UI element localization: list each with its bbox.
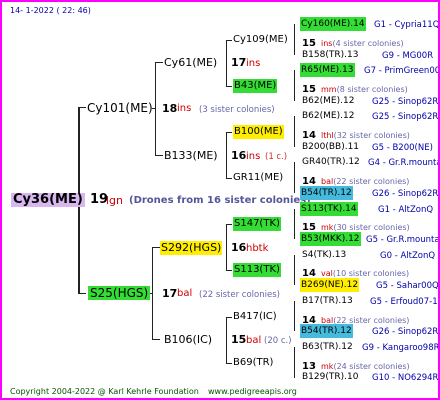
gen3-abbr: ins: [246, 151, 261, 162]
gen5-origin: G5 - B200(NE): [372, 143, 433, 153]
dam-number: 17: [162, 287, 178, 300]
gen5-queen-name[interactable]: B200(BB).11: [302, 140, 359, 154]
gen3-number: 16: [231, 241, 247, 254]
gen4-note: (10 sister colonies): [332, 269, 410, 278]
gen5-origin: G9 - MG00R: [382, 51, 434, 61]
dam-queen-name[interactable]: S25(HGS): [88, 286, 151, 300]
gen5-origin: G26 - Sinop62R: [372, 327, 439, 337]
gen4-abbr: val: [321, 269, 333, 278]
gen5-queen-name[interactable]: B54(TR).12: [300, 186, 353, 200]
gen3-number: 17: [231, 56, 247, 69]
root-queen-name[interactable]: Cy36(ME): [11, 193, 85, 207]
gen3-abbr: bal: [246, 335, 262, 346]
gen3-queen-name[interactable]: Cy61(ME): [164, 56, 217, 70]
gen5-origin: G25 - Sinop62R: [372, 97, 439, 107]
gen5-queen-name[interactable]: S4(TK).13: [302, 248, 346, 262]
gen5-origin: G1 - Cypria11Q: [374, 20, 440, 30]
gen4-queen-name[interactable]: B69(TR): [233, 356, 273, 370]
gen4-queen-name[interactable]: B100(ME): [233, 125, 284, 139]
gen4-note: (4 sister colonies): [332, 39, 404, 48]
gen5-origin: G26 - Sinop62R: [372, 189, 439, 199]
gen3-queen-name[interactable]: B133(ME): [164, 149, 218, 163]
gen4-queen-name[interactable]: S113(TK): [233, 263, 281, 277]
gen5-origin: G4 - Gr.R.mounta: [368, 158, 440, 168]
gen5-queen-name[interactable]: GR40(TR).12: [302, 155, 360, 169]
gen5-queen-name[interactable]: B54(TR).12: [300, 324, 353, 338]
gen5-queen-name[interactable]: R65(ME).13: [300, 63, 355, 77]
gen5-origin: G5 - Gr.R.mounta: [366, 235, 440, 245]
gen4-note: (32 sister colonies): [333, 131, 410, 140]
gen5-origin: G0 - AltZonQ: [380, 251, 436, 261]
sire-number: 18: [162, 102, 178, 115]
gen5-origin: G10 - NO6294R: [372, 373, 439, 383]
site-link[interactable]: www.pedigreeapis.org: [208, 385, 297, 398]
gen4-note: (30 sister colonies): [333, 223, 410, 232]
gen5-queen-name[interactable]: B63(TR).12: [302, 340, 353, 354]
gen4-abbr: lthl: [321, 131, 334, 140]
gen3-number: 15: [231, 333, 247, 346]
gen5-queen-name[interactable]: B17(TR).13: [302, 294, 353, 308]
root-note: (Drones from 16 sister colonies): [129, 195, 311, 206]
gen3-note: (20 c.): [264, 336, 292, 346]
sire-abbr: ins: [177, 103, 192, 114]
gen5-origin: G9 - Kangaroo98R: [362, 343, 440, 353]
gen5-origin: G7 - PrimGreen00: [364, 66, 440, 76]
gen4-queen-name[interactable]: S147(TK): [233, 217, 281, 231]
dam-abbr: bal: [177, 288, 193, 299]
gen5-queen-name[interactable]: B62(ME).12: [302, 109, 354, 123]
timestamp: 14- 1-2022 ( 22: 46): [10, 6, 91, 15]
gen4-queen-name[interactable]: Cy109(ME): [233, 33, 288, 47]
gen4-queen-name[interactable]: B417(IC): [233, 310, 277, 324]
gen5-queen-name[interactable]: B129(TR).10: [302, 370, 358, 384]
gen5-queen-name[interactable]: Cy160(ME).14: [300, 17, 366, 31]
sire-note: (3 sister colonies): [199, 105, 275, 115]
gen3-number: 16: [231, 149, 247, 162]
gen3-queen-name[interactable]: B106(IC): [164, 333, 212, 347]
sire-queen-name[interactable]: Cy101(ME): [87, 101, 153, 115]
root-abbr: lgn: [106, 194, 124, 207]
gen4-note: (8 sister colonies): [336, 85, 408, 94]
gen4-queen-name[interactable]: B43(ME): [233, 79, 278, 93]
gen3-note: (1 c.): [265, 152, 288, 162]
gen5-origin: G25 - Sinop62R: [372, 112, 439, 122]
gen5-origin: G1 - AltZonQ: [378, 205, 434, 215]
gen5-queen-name[interactable]: B62(ME).12: [302, 94, 354, 108]
gen5-queen-name[interactable]: B53(MKK).12: [300, 232, 361, 246]
gen5-origin: G5 - Sahar00Q: [376, 281, 439, 291]
gen3-abbr: ins: [246, 58, 261, 69]
gen5-origin: G5 - Erfoud07-1Q: [370, 297, 440, 307]
pedigree-panel: 14- 1-2022 ( 22: 46) Cy36(ME) 19 lgn (Dr…: [0, 0, 440, 400]
gen4-abbr: mm: [321, 85, 337, 94]
gen5-queen-name[interactable]: S113(TK).14: [300, 202, 358, 216]
copyright-text: Copyright 2004-2022 @ Karl Kehrle Founda…: [10, 387, 199, 396]
dam-note: (22 sister colonies): [199, 290, 280, 300]
gen3-queen-name[interactable]: S292(HGS): [160, 241, 223, 255]
gen5-queen-name[interactable]: B158(TR).13: [302, 48, 358, 62]
gen5-queen-name[interactable]: B269(NE).12: [300, 278, 360, 292]
gen4-abbr: mk: [321, 223, 334, 232]
gen4-note: (22 sister colonies): [333, 177, 410, 186]
gen4-abbr: bal: [321, 177, 334, 186]
gen4-queen-name[interactable]: GR11(ME): [233, 171, 283, 185]
gen4-abbr: ins: [321, 39, 333, 48]
gen3-abbr: hbtk: [246, 243, 269, 254]
